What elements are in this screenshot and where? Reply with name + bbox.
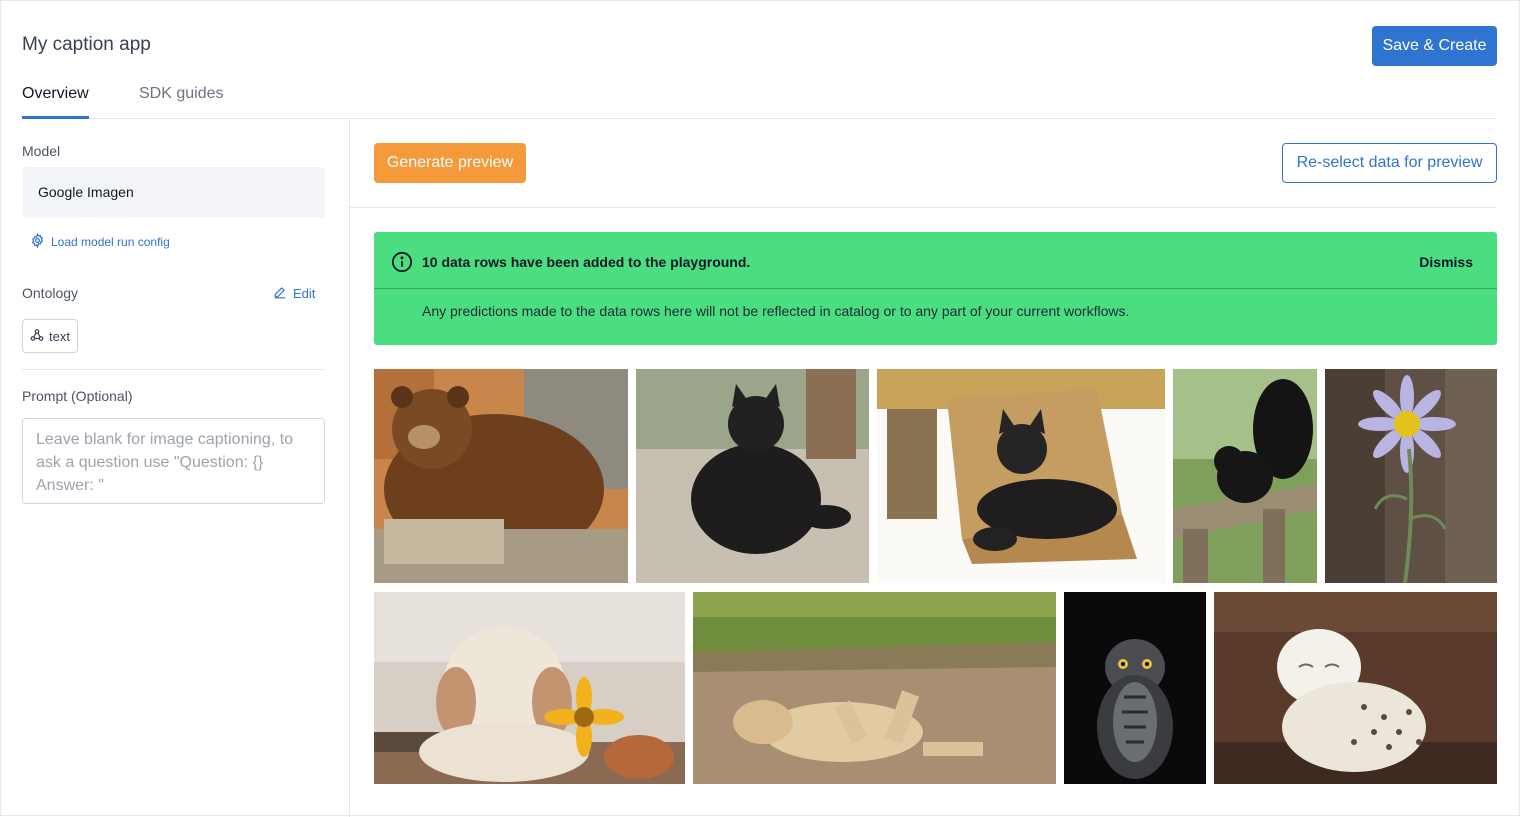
ontology-chip-text[interactable]: text — [22, 319, 78, 353]
pencil-icon — [273, 285, 287, 302]
ontology-chip-label: text — [49, 328, 70, 344]
load-model-run-config-link[interactable]: Load model run config — [30, 232, 170, 251]
model-value: Google Imagen — [38, 184, 134, 200]
thumbnail-lion[interactable] — [693, 592, 1056, 784]
banner-divider — [374, 288, 1497, 289]
thumbnail-aster-flower[interactable] — [1325, 369, 1497, 583]
model-selector[interactable]: Google Imagen — [22, 167, 325, 218]
ontology-icon — [30, 328, 44, 345]
black-kitten-image — [636, 369, 869, 583]
dismiss-button[interactable]: Dismiss — [1419, 254, 1473, 270]
lion-image — [693, 592, 1056, 784]
load-config-label: Load model run config — [51, 235, 170, 249]
thumbnail-snowy-owl[interactable] — [1214, 592, 1497, 784]
edit-ontology-button[interactable]: Edit — [273, 285, 315, 302]
aster-flower-image — [1325, 369, 1497, 583]
black-squirrel-image — [1173, 369, 1317, 583]
sidebar-border — [349, 120, 350, 817]
toolbar-divider — [350, 207, 1497, 208]
app-frame: My caption app Save & Create Overview SD… — [0, 0, 1520, 817]
gear-icon — [30, 232, 45, 251]
banner-message: Any predictions made to the data rows he… — [422, 303, 1130, 319]
puppy-image — [374, 592, 685, 784]
snowy-owl-image — [1214, 592, 1497, 784]
save-create-button[interactable]: Save & Create — [1372, 26, 1497, 66]
thumbnail-black-squirrel[interactable] — [1173, 369, 1317, 583]
thumbnail-puppy[interactable] — [374, 592, 685, 784]
tab-bar: Overview SDK guides — [22, 81, 1497, 119]
reselect-data-button[interactable]: Re-select data for preview — [1282, 143, 1497, 183]
tab-sdk-guides[interactable]: SDK guides — [139, 85, 224, 119]
generate-preview-button[interactable]: Generate preview — [374, 143, 526, 183]
bear-image — [374, 369, 628, 583]
edit-label: Edit — [293, 286, 316, 301]
great-grey-owl-image — [1064, 592, 1206, 784]
thumbnail-black-kitten[interactable] — [636, 369, 869, 583]
cat-in-box-image — [877, 369, 1165, 583]
prompt-label: Prompt (Optional) — [22, 388, 133, 404]
tab-overview[interactable]: Overview — [22, 85, 89, 119]
info-icon — [391, 251, 413, 278]
prompt-input[interactable] — [22, 418, 325, 504]
ontology-label: Ontology — [22, 285, 79, 301]
model-label: Model — [22, 143, 61, 159]
thumbnail-cat-in-box[interactable] — [877, 369, 1165, 583]
thumbnail-bear[interactable] — [374, 369, 628, 583]
sidebar-divider — [22, 369, 325, 370]
thumbnail-great-grey-owl[interactable] — [1064, 592, 1206, 784]
page-title: My caption app — [22, 34, 151, 55]
info-banner: 10 data rows have been added to the play… — [374, 232, 1497, 345]
banner-title: 10 data rows have been added to the play… — [422, 254, 751, 270]
